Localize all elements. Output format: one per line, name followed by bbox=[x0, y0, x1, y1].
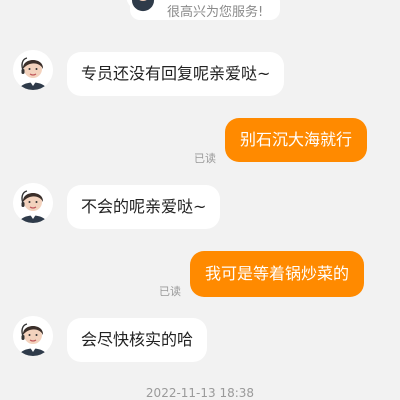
read-status: 已读 bbox=[159, 285, 181, 298]
message-bubble-incoming: 专员还没有回复呢亲爱哒~ bbox=[67, 52, 285, 96]
agent-avatar[interactable] bbox=[13, 50, 53, 90]
agent-avatar[interactable] bbox=[13, 183, 53, 223]
agent-avatar-icon bbox=[13, 183, 53, 223]
greeting-text: 很高兴为您服务! bbox=[167, 5, 264, 20]
agent-avatar-icon bbox=[13, 316, 53, 356]
message-bubble-incoming: 不会的呢亲爱哒~ bbox=[67, 185, 221, 229]
message-bubble-incoming: 会尽快核实的哈 bbox=[67, 318, 208, 362]
message-bubble-outgoing: 我可是等着锅炒菜的 bbox=[190, 251, 365, 297]
chat-thread: 很高兴为您服务! 专员还没有回复呢亲爱哒~ 已读 别石沉大海就行 不会的呢亲爱哒… bbox=[0, 0, 400, 400]
agent-avatar-icon bbox=[13, 50, 53, 90]
read-status: 已读 bbox=[194, 152, 216, 165]
message-timestamp: 2022-11-13 18:38 bbox=[145, 386, 255, 400]
agent-avatar[interactable] bbox=[13, 316, 53, 356]
message-bubble-outgoing: 别石沉大海就行 bbox=[225, 118, 368, 162]
